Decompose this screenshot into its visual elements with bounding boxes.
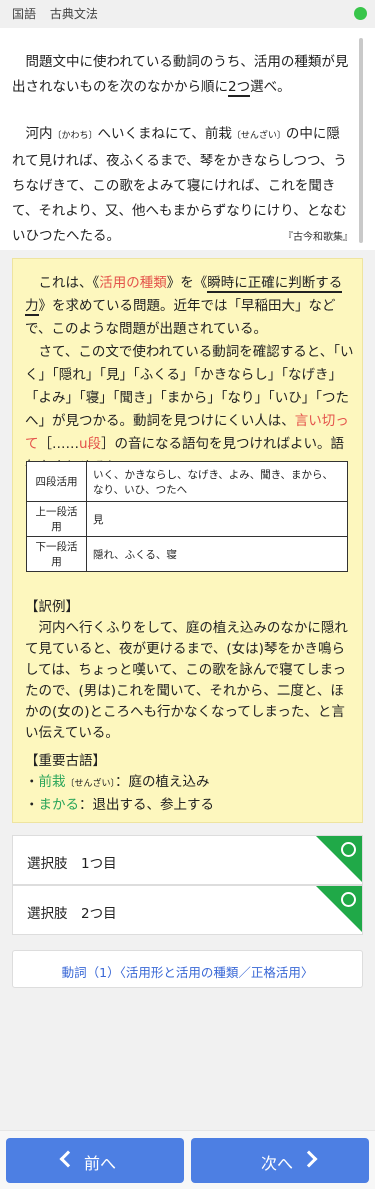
translation-title: 【訳例】 bbox=[25, 599, 79, 615]
correct-circle-icon bbox=[341, 892, 356, 907]
vocabulary-item: ・まかる：退出する、参上する bbox=[25, 797, 214, 813]
prompt-emphasis: 2つ bbox=[228, 79, 251, 97]
question-prompt: 問題文中に使われている動詞のうち、活用の種類が見出されないものを次のなかから順に… bbox=[12, 54, 349, 97]
correct-marker bbox=[316, 836, 362, 882]
scrollbar[interactable] bbox=[359, 38, 363, 243]
translation-body: 河内へ行くふりをして、庭の植え込みのなかに隠れて見ていると、夜が更けるまで、(女… bbox=[25, 620, 348, 741]
verb-list: いく、かきならし、なげき、よみ、聞き、まから、なり、いひ、つたへ bbox=[86, 461, 348, 502]
choice-1[interactable]: 選択肢 1つ目 bbox=[12, 835, 363, 885]
choice-label: 選択肢 2つ目 bbox=[27, 906, 117, 922]
passage-source: 『古今和歌集』 bbox=[283, 232, 353, 243]
vocabulary-item: ・前栽〔せんざい〕：庭の植え込み bbox=[25, 774, 210, 790]
chevron-left-icon bbox=[59, 1150, 77, 1168]
vocabulary-title: 【重要古語】 bbox=[25, 753, 106, 769]
prev-label: 前へ bbox=[84, 1154, 117, 1173]
prev-button[interactable]: 前へ bbox=[6, 1138, 184, 1183]
translation-section: 【訳例】 河内へ行くふりをして、庭の植え込みのなかに隠れて見ていると、夜が更ける… bbox=[25, 597, 355, 744]
topic-label: 古典文法 bbox=[49, 7, 98, 21]
choice-label: 選択肢 1つ目 bbox=[27, 856, 117, 872]
question-panel: 問題文中に使われている動詞のうち、活用の種類が見出されないものを次のなかから順に… bbox=[0, 28, 375, 250]
verb-list: 隠れ、ふくる、寝 bbox=[86, 536, 348, 572]
conjugation-table: 四段活用 いく、かきならし、なげき、よみ、聞き、まから、なり、いひ、つたへ 上一… bbox=[26, 461, 348, 572]
verb-list: 見 bbox=[86, 501, 348, 537]
status-dot-icon bbox=[354, 7, 367, 20]
table-row: 上一段活用 見 bbox=[26, 501, 348, 537]
related-topic-text: 動詞（1）〈活用形と活用の種類／正格活用〉 bbox=[61, 965, 314, 980]
subject-label: 国語 bbox=[12, 7, 37, 21]
conjugation-type: 下一段活用 bbox=[26, 536, 87, 572]
choice-2[interactable]: 選択肢 2つ目 bbox=[12, 885, 363, 935]
top-bar: 国語 古典文法 bbox=[0, 0, 375, 28]
next-button[interactable]: 次へ bbox=[191, 1138, 369, 1183]
correct-marker bbox=[316, 886, 362, 932]
explanation-verbs: さて、この文で使われている動詞を確認すると、「いく」「隠れ」「見」「ふくる」「か… bbox=[25, 344, 354, 475]
vocabulary-section: 【重要古語】 ・前栽〔せんざい〕：庭の植え込み ・まかる：退出する、参上する bbox=[25, 751, 355, 816]
breadcrumb: 国語 古典文法 bbox=[12, 5, 108, 22]
next-label: 次へ bbox=[261, 1154, 294, 1173]
table-row: 下一段活用 隠れ、ふくる、寝 bbox=[26, 536, 348, 572]
conjugation-type: 四段活用 bbox=[26, 461, 87, 502]
table-row: 四段活用 いく、かきならし、なげき、よみ、聞き、まから、なり、いひ、つたへ bbox=[26, 461, 348, 502]
related-topic-link[interactable]: 動詞（1）〈活用形と活用の種類／正格活用〉 bbox=[12, 950, 363, 988]
conjugation-type: 上一段活用 bbox=[26, 501, 87, 537]
correct-circle-icon bbox=[341, 842, 356, 857]
explanation-intro: これは、《活用の種類》を《瞬時に正確に判断する力》を求めている問題。近年では「早… bbox=[25, 275, 343, 337]
bottom-nav: 前へ 次へ bbox=[0, 1130, 375, 1189]
explanation-panel: これは、《活用の種類》を《瞬時に正確に判断する力》を求めている問題。近年では「早… bbox=[12, 258, 363, 823]
chevron-right-icon bbox=[300, 1150, 318, 1168]
